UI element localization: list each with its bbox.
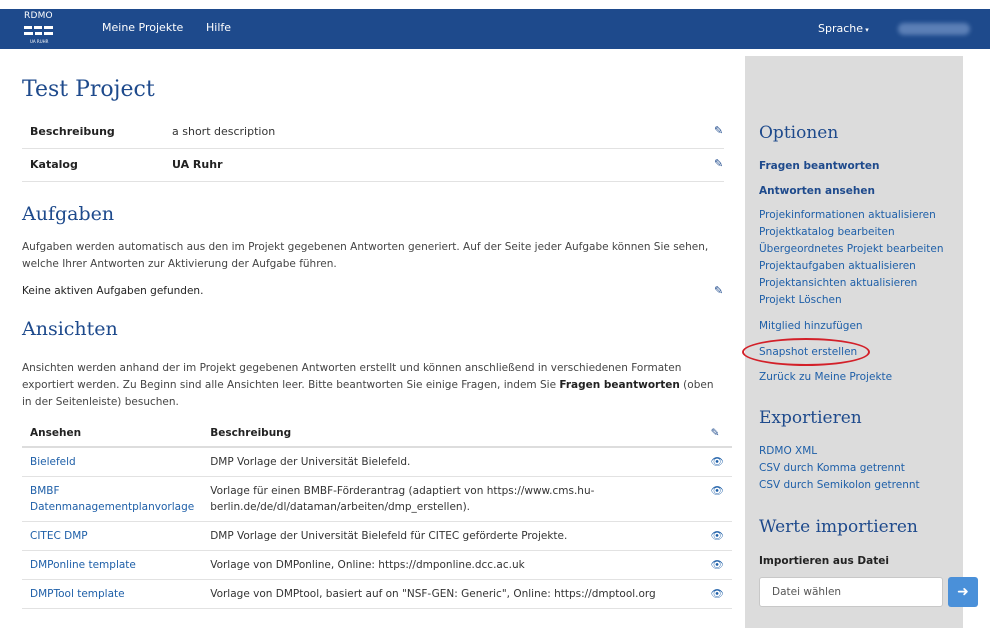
page-title: Test Project	[22, 77, 155, 102]
caret-down-icon: ▾	[863, 26, 869, 34]
view-description: Vorlage von DMPonline, Online: https://d…	[202, 550, 703, 580]
column-header-description: Beschreibung	[202, 420, 703, 448]
nav-help[interactable]: Hilfe	[206, 21, 231, 34]
view-description: DMP Vorlage der Universität Bielefeld.	[202, 447, 703, 477]
sidebar: Optionen Fragen beantworten Antworten an…	[745, 56, 978, 628]
export-csv-comma-link[interactable]: CSV durch Komma getrennt	[759, 462, 905, 474]
edit-pencil-icon[interactable]: ✎	[714, 285, 724, 296]
delete-project-link[interactable]: Projekt Löschen	[759, 294, 842, 306]
upload-arrow-button[interactable]: ➜	[948, 577, 978, 607]
eye-icon[interactable]: 👁	[702, 476, 732, 522]
view-link[interactable]: Bielefeld	[22, 447, 203, 477]
arrow-right-icon: ➜	[957, 584, 969, 600]
edit-parent-project-link[interactable]: Übergeordnetes Projekt bearbeiten	[759, 243, 944, 255]
view-link[interactable]: DMPTool template	[22, 579, 203, 609]
export-csv-semicolon-link[interactable]: CSV durch Semikolon getrennt	[759, 479, 920, 491]
import-from-file-label: Importieren aus Datei	[759, 555, 889, 567]
table-row: Bielefeld DMP Vorlage der Universität Bi…	[22, 447, 732, 477]
add-member-link[interactable]: Mitglied hinzufügen	[759, 320, 863, 332]
view-description: Vorlage für einen BMBF-Förderantrag (ada…	[202, 476, 703, 522]
tasks-heading: Aufgaben	[22, 203, 115, 225]
views-description: Ansichten werden anhand der im Projekt g…	[22, 360, 722, 411]
edit-catalog-link[interactable]: Projektkatalog bearbeiten	[759, 226, 895, 238]
view-description: DMP Vorlage der Universität Bielefeld fü…	[202, 521, 703, 551]
column-header-view: Ansehen	[22, 420, 203, 448]
view-description: Vorlage von DMPtool, basiert auf on "NSF…	[202, 579, 703, 609]
view-link[interactable]: BMBF Datenmanagementplanvorlage	[22, 476, 203, 522]
tasks-empty-message: Keine aktiven Aufgaben gefunden.	[22, 285, 204, 297]
language-dropdown[interactable]: Sprache ▾	[818, 22, 869, 35]
update-tasks-link[interactable]: Projektaufgaben aktualisieren	[759, 260, 916, 272]
import-heading: Werte importieren	[759, 517, 918, 537]
nav-my-projects[interactable]: Meine Projekte	[102, 21, 183, 34]
catalog-label: Katalog	[30, 158, 78, 171]
language-label: Sprache	[818, 22, 864, 35]
edit-pencil-icon[interactable]: ✎	[702, 420, 732, 448]
file-select-input[interactable]: Datei wählen	[759, 577, 943, 607]
table-row: BMBF Datenmanagementplanvorlage Vorlage …	[22, 476, 732, 522]
export-heading: Exportieren	[759, 408, 862, 428]
logo-mark-icon	[24, 26, 53, 35]
view-link[interactable]: CITEC DMP	[22, 521, 203, 551]
back-to-projects-link[interactable]: Zurück zu Meine Projekte	[759, 371, 892, 383]
table-row: CITEC DMP DMP Vorlage der Universität Bi…	[22, 521, 732, 551]
top-navbar: RDMO UA RUHR Meine Projekte Hilfe Sprach…	[0, 9, 990, 49]
catalog-row: Katalog UA Ruhr ✎	[22, 149, 724, 182]
logo-subtext: UA RUHR	[30, 39, 49, 44]
view-link[interactable]: DMPonline template	[22, 550, 203, 580]
description-value: a short description	[172, 125, 276, 138]
user-menu-blurred[interactable]	[898, 23, 970, 35]
description-row: Beschreibung a short description ✎	[22, 116, 724, 149]
table-row: DMPTool template Vorlage von DMPtool, ba…	[22, 579, 732, 609]
views-table: Ansehen Beschreibung ✎ Bielefeld DMP Vor…	[22, 420, 732, 609]
edit-pencil-icon[interactable]: ✎	[714, 125, 724, 136]
update-project-info-link[interactable]: Projekinformationen aktualisieren	[759, 209, 936, 221]
view-answers-link[interactable]: Antworten ansehen	[759, 185, 875, 197]
rdmo-logo[interactable]: RDMO UA RUHR	[24, 11, 64, 47]
options-heading: Optionen	[759, 123, 839, 143]
table-row: DMPonline template Vorlage von DMPonline…	[22, 550, 732, 580]
eye-icon[interactable]: 👁	[702, 447, 732, 477]
logo-text: RDMO	[24, 11, 53, 21]
edit-pencil-icon[interactable]: ✎	[714, 158, 724, 169]
views-text-bold: Fragen beantworten	[559, 379, 680, 391]
views-heading: Ansichten	[22, 318, 118, 340]
answer-questions-link[interactable]: Fragen beantworten	[759, 160, 879, 172]
tasks-description: Aufgaben werden automatisch aus den im P…	[22, 241, 709, 270]
table-header-row: Ansehen Beschreibung ✎	[22, 420, 732, 448]
catalog-value: UA Ruhr	[172, 158, 223, 171]
eye-icon[interactable]: 👁	[702, 579, 732, 609]
export-rdmo-xml-link[interactable]: RDMO XML	[759, 445, 817, 457]
description-label: Beschreibung	[30, 125, 115, 138]
eye-icon[interactable]: 👁	[702, 550, 732, 580]
eye-icon[interactable]: 👁	[702, 521, 732, 551]
update-views-link[interactable]: Projektansichten aktualisieren	[759, 277, 917, 289]
create-snapshot-link[interactable]: Snapshot erstellen	[759, 346, 857, 358]
